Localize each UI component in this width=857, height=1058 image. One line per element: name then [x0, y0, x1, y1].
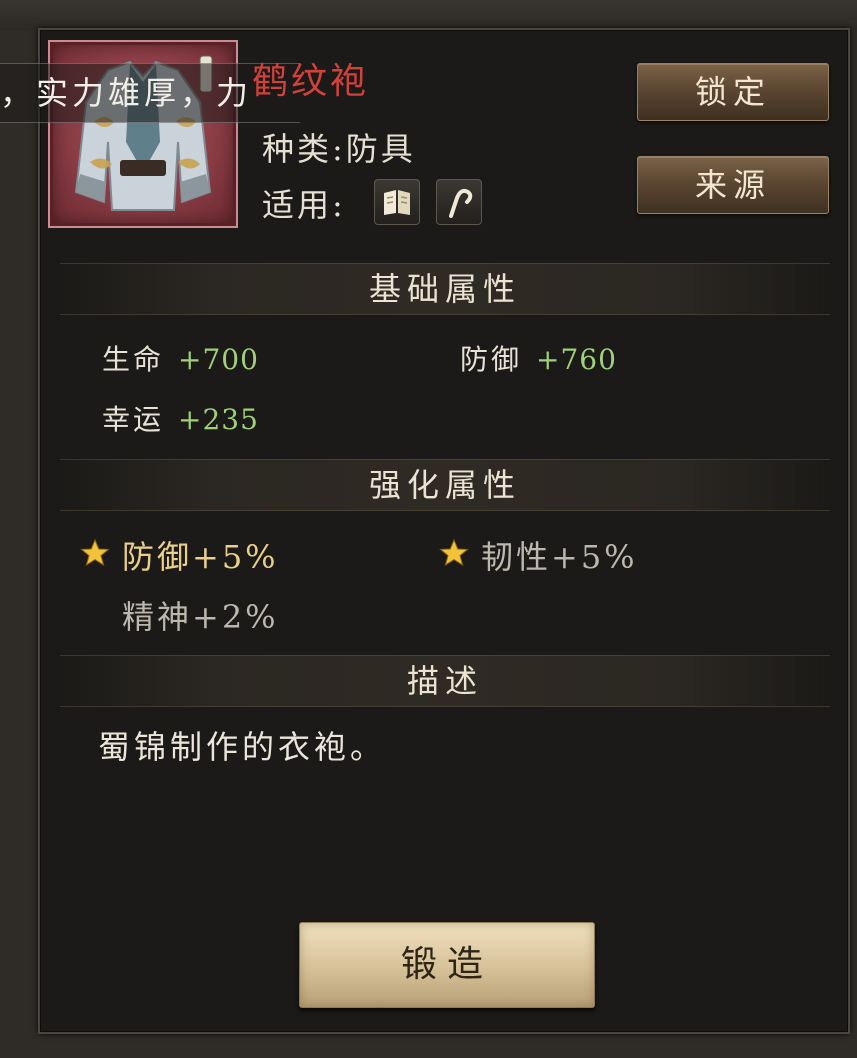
stat-defense: 防御 +760: [460, 338, 617, 378]
stat-value: +700: [178, 343, 259, 376]
basic-attributes-header: 基础属性: [60, 263, 830, 315]
basic-attributes-title: 基础属性: [368, 270, 521, 308]
source-button[interactable]: 来源: [637, 156, 829, 214]
enhanced-attributes-title: 强化属性: [368, 466, 521, 504]
description-header: 描述: [60, 655, 830, 707]
item-description: 蜀锦制作的衣袍。: [98, 728, 387, 766]
stat-label: 防御: [460, 343, 523, 376]
stat-label: 幸运: [102, 403, 165, 436]
star-icon: [80, 538, 110, 567]
stat-luck: 幸运 +235: [102, 398, 259, 438]
enhanced-stat-defense: 防御+5%: [122, 538, 279, 576]
stat-label: 生命: [102, 343, 165, 376]
announcement-text: ，实力雄厚，力: [0, 74, 253, 112]
item-name: 鹤纹袍: [252, 61, 370, 102]
stat-hp: 生命 +700: [102, 338, 259, 378]
book-icon[interactable]: [374, 179, 420, 225]
enhanced-stat-spirit: 精神+2%: [122, 598, 279, 636]
description-title: 描述: [406, 662, 483, 700]
hook-icon[interactable]: [436, 179, 482, 225]
stat-value: +760: [536, 343, 617, 376]
forge-button[interactable]: 锻造: [299, 922, 595, 1008]
enhanced-stat-toughness: 韧性+5%: [481, 538, 638, 576]
stat-value: +235: [178, 403, 259, 436]
star-icon: [439, 538, 469, 567]
item-category: 种类:防具: [262, 130, 416, 168]
background-top-strip: [0, 0, 857, 30]
applicable-label: 适用:: [262, 186, 346, 224]
enhanced-attributes-header: 强化属性: [60, 459, 830, 511]
lock-button[interactable]: 锁定: [637, 63, 829, 121]
